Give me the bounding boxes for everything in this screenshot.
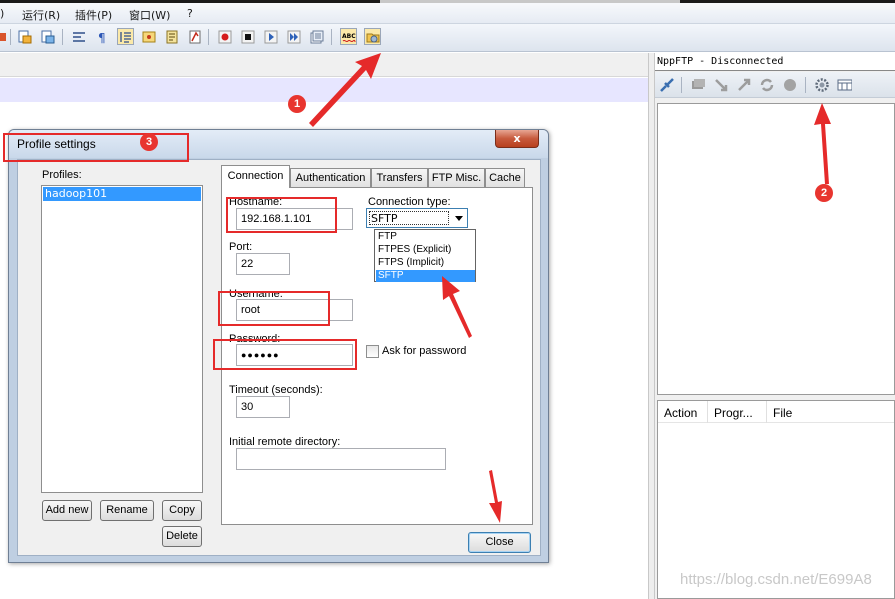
svg-text:¶: ¶ — [98, 31, 106, 44]
menu-item-help[interactable]: ? — [187, 7, 193, 20]
close-button[interactable]: Close — [468, 532, 531, 553]
refresh-icon[interactable] — [758, 76, 775, 93]
rename-button[interactable]: Rename — [100, 500, 154, 521]
connection-type-label: Connection type: — [368, 196, 451, 208]
current-line-highlight — [0, 78, 648, 102]
hostname-label: Hostname: — [229, 196, 283, 208]
tab-authentication[interactable]: Authentication — [290, 168, 371, 187]
tab-ftp-misc[interactable]: FTP Misc. — [428, 168, 485, 187]
menu-item-window[interactable]: 窗口(W) — [129, 7, 170, 23]
indent-guide-icon[interactable] — [117, 28, 134, 45]
initial-dir-label: Initial remote directory: — [229, 436, 341, 448]
disconnect-icon[interactable] — [689, 76, 706, 93]
toolbar-separator — [331, 29, 332, 45]
profiles-list[interactable]: hadoop101 — [41, 185, 203, 493]
panel-splitter[interactable] — [648, 53, 655, 599]
zoom-in-icon[interactable] — [16, 28, 33, 45]
tab-transfers[interactable]: Transfers — [371, 168, 428, 187]
port-field[interactable]: 22 — [236, 253, 290, 275]
connection-type-value: SFTP — [369, 211, 449, 225]
tab-cache[interactable]: Cache — [485, 168, 525, 187]
chevron-down-icon — [455, 216, 463, 221]
download-icon[interactable] — [712, 76, 729, 93]
menu-item-partial[interactable]: ) — [0, 7, 4, 20]
ask-for-password-checkbox[interactable] — [366, 345, 379, 358]
tab-connection[interactable]: Connection — [221, 165, 290, 188]
settings-gear-icon[interactable] — [813, 76, 830, 93]
queue-col-file[interactable]: File — [767, 401, 894, 423]
stop-macro-icon[interactable] — [239, 28, 256, 45]
sync-scroll-icon[interactable] — [70, 28, 87, 45]
queue-col-progress[interactable]: Progr... — [708, 401, 767, 423]
nppftp-toolbar — [655, 72, 895, 98]
run-macro-multiple-icon[interactable] — [285, 28, 302, 45]
nppftp-show-panel-icon[interactable] — [364, 28, 381, 45]
add-new-button[interactable]: Add new — [42, 500, 92, 521]
dialog-close-icon[interactable]: x — [495, 130, 539, 148]
main-toolbar: ¶ ABC — [0, 24, 895, 52]
profile-item-hadoop101[interactable]: hadoop101 — [43, 187, 201, 201]
dialog-title: Profile settings — [17, 137, 96, 151]
function-list-icon[interactable] — [186, 28, 203, 45]
connection-type-dropdown: FTP FTPES (Explicit) FTPS (Implicit) SFT… — [374, 229, 476, 282]
option-ftp[interactable]: FTP — [376, 231, 475, 243]
record-macro-icon[interactable] — [216, 28, 233, 45]
connection-type-select[interactable]: SFTP — [366, 208, 468, 228]
timeout-label: Timeout (seconds): — [229, 384, 323, 396]
user-lang-icon[interactable] — [140, 28, 157, 45]
menu-item-plugins[interactable]: 插件(P) — [75, 7, 112, 23]
toolbar-separator — [62, 29, 63, 45]
ask-for-password-label[interactable]: Ask for password — [382, 345, 466, 357]
timeout-field[interactable]: 30 — [236, 396, 290, 418]
toolbar-separator — [681, 77, 682, 93]
doc-map-icon[interactable] — [163, 28, 180, 45]
zoom-out-icon[interactable] — [39, 28, 56, 45]
dialog-titlebar[interactable]: Profile settings x — [9, 130, 548, 158]
save-macro-icon[interactable] — [308, 28, 325, 45]
message-window-icon[interactable] — [836, 76, 853, 93]
nppftp-remote-tree[interactable] — [657, 103, 895, 395]
initial-dir-field[interactable] — [236, 448, 446, 470]
profiles-label: Profiles: — [42, 169, 82, 181]
hostname-field[interactable]: 192.168.1.101 — [236, 208, 353, 230]
port-label: Port: — [229, 241, 253, 253]
connect-icon[interactable] — [658, 76, 675, 93]
toolbar-separator — [208, 29, 209, 45]
nppftp-transfer-queue[interactable]: Action Progr... File — [657, 400, 895, 599]
nppftp-title: NppFTP - Disconnected — [655, 53, 895, 71]
option-ftpes[interactable]: FTPES (Explicit) — [376, 244, 475, 256]
delete-button[interactable]: Delete — [162, 526, 202, 547]
paragraph-icon[interactable]: ¶ — [93, 28, 110, 45]
menu-item-run[interactable]: 运行(R) — [22, 7, 60, 23]
toolbar-separator — [805, 77, 806, 93]
document-tab-strip — [0, 53, 648, 77]
watermark-text: https://blog.csdn.net/E699A8 — [680, 571, 872, 588]
toolbar-separator — [10, 29, 11, 45]
play-macro-icon[interactable] — [262, 28, 279, 45]
svg-text:ABC: ABC — [342, 33, 356, 40]
toolbar-partial-icon[interactable] — [0, 28, 9, 45]
queue-header: Action Progr... File — [658, 401, 894, 423]
spell-check-icon[interactable]: ABC — [340, 28, 357, 45]
nppftp-panel: NppFTP - Disconnected Action Progr... Fi… — [655, 53, 895, 599]
password-field[interactable]: ●●●●●● — [236, 344, 353, 366]
queue-col-action[interactable]: Action — [658, 401, 708, 423]
abort-icon[interactable] — [781, 76, 798, 93]
menubar: ) 运行(R) 插件(P) 窗口(W) ? — [0, 3, 895, 24]
copy-button[interactable]: Copy — [162, 500, 202, 521]
upload-icon[interactable] — [735, 76, 752, 93]
option-ftps[interactable]: FTPS (Implicit) — [376, 257, 475, 269]
username-field[interactable]: root — [236, 299, 353, 321]
option-sftp[interactable]: SFTP — [376, 270, 475, 282]
